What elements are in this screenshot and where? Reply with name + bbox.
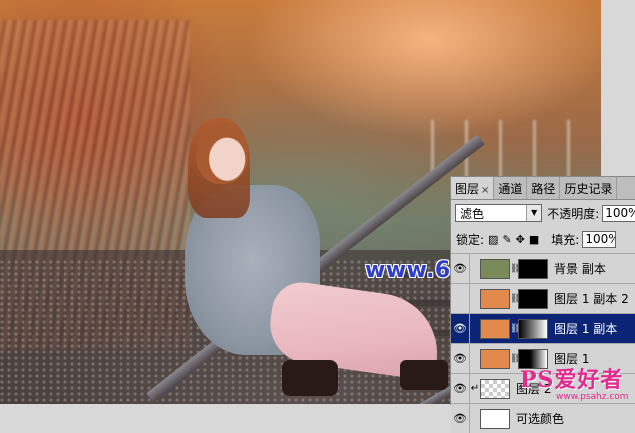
layer-thumbnail xyxy=(480,378,510,399)
lock-paint-icon[interactable]: ✎ xyxy=(502,233,511,246)
layer-thumbnail xyxy=(480,348,510,369)
tab-layers[interactable]: 图层 × xyxy=(451,177,495,199)
tab-label: 通道 xyxy=(498,182,523,196)
layer-thumbnail xyxy=(480,318,510,339)
blend-mode-value: 滤色 xyxy=(460,206,485,221)
eye-icon[interactable]: 👁 xyxy=(451,374,470,403)
boot xyxy=(282,360,338,396)
eye-icon[interactable]: 👁 xyxy=(451,254,470,283)
layer-mask xyxy=(518,288,548,309)
layer-row[interactable]: 👁 可选颜色 xyxy=(451,403,635,433)
brand-url: www.psahz.com xyxy=(556,392,629,402)
eye-icon[interactable]: 👁 xyxy=(451,404,470,433)
layers-list: 👁 ⛓ 背景 副本 ⛓ 图层 1 副本 2 👁 ⛓ 图层 1 副本 👁 ⛓ 图层… xyxy=(451,253,635,433)
chevron-down-icon[interactable]: ▼ xyxy=(526,205,542,221)
link-icon: ⛓ xyxy=(510,263,522,274)
blend-mode-select[interactable]: 滤色 ▼ xyxy=(455,204,543,222)
layer-mask xyxy=(518,258,548,279)
layer-thumbnail xyxy=(480,288,510,309)
eye-icon[interactable]: 👁 xyxy=(451,314,470,343)
layer-name: 背景 副本 xyxy=(554,262,606,276)
layer-row[interactable]: 👁 ⛓ 背景 副本 xyxy=(451,253,635,283)
lock-transparency-icon[interactable]: ▨ xyxy=(488,233,498,246)
lock-all-icon[interactable]: ■ xyxy=(529,233,539,246)
eye-icon[interactable]: 👁 xyxy=(451,344,470,373)
layer-name: 可选颜色 xyxy=(516,412,565,426)
panel-tabs: 图层 × 通道 路径 历史记录 xyxy=(451,177,635,200)
layer-mask xyxy=(518,318,548,339)
blend-row: 滤色 ▼ 不透明度: 100% xyxy=(451,200,635,226)
layer-thumbnail xyxy=(480,408,510,429)
layer-name: 图层 1 副本 xyxy=(554,322,618,336)
eye-icon[interactable] xyxy=(451,284,470,313)
link-icon: ⛓ xyxy=(510,293,522,304)
layer-thumbnail xyxy=(480,258,510,279)
opacity-label: 不透明度: xyxy=(547,206,600,221)
tab-label: 图层 xyxy=(455,182,480,196)
close-icon[interactable]: × xyxy=(481,185,489,196)
fill-input[interactable]: 100% xyxy=(582,230,617,248)
background-poles xyxy=(431,120,571,180)
tab-paths[interactable]: 路径 xyxy=(527,177,561,199)
lock-row: 锁定: ▨ ✎ ✥ ■ 填充: 100% xyxy=(451,226,635,252)
tab-label: 路径 xyxy=(531,182,556,196)
clip-arrow-icon: ↵ xyxy=(470,383,480,394)
opacity-input[interactable]: 100% xyxy=(602,204,635,222)
tab-history[interactable]: 历史记录 xyxy=(560,177,618,199)
layer-row[interactable]: 👁 ⛓ 图层 1 副本 xyxy=(451,313,635,343)
layer-row[interactable]: ⛓ 图层 1 副本 2 xyxy=(451,283,635,313)
boot xyxy=(400,360,448,390)
layer-name: 图层 1 副本 2 xyxy=(554,292,629,306)
brand-logo: PS爱好者 xyxy=(520,367,624,393)
fill-label: 填充: xyxy=(551,232,580,247)
tab-label: 历史记录 xyxy=(564,182,613,196)
girl-head xyxy=(196,122,248,184)
lock-label: 锁定: xyxy=(456,232,485,247)
tab-channels[interactable]: 通道 xyxy=(494,177,528,199)
link-icon: ⛓ xyxy=(510,353,522,364)
link-icon: ⛓ xyxy=(510,323,522,334)
lock-move-icon[interactable]: ✥ xyxy=(516,233,525,246)
